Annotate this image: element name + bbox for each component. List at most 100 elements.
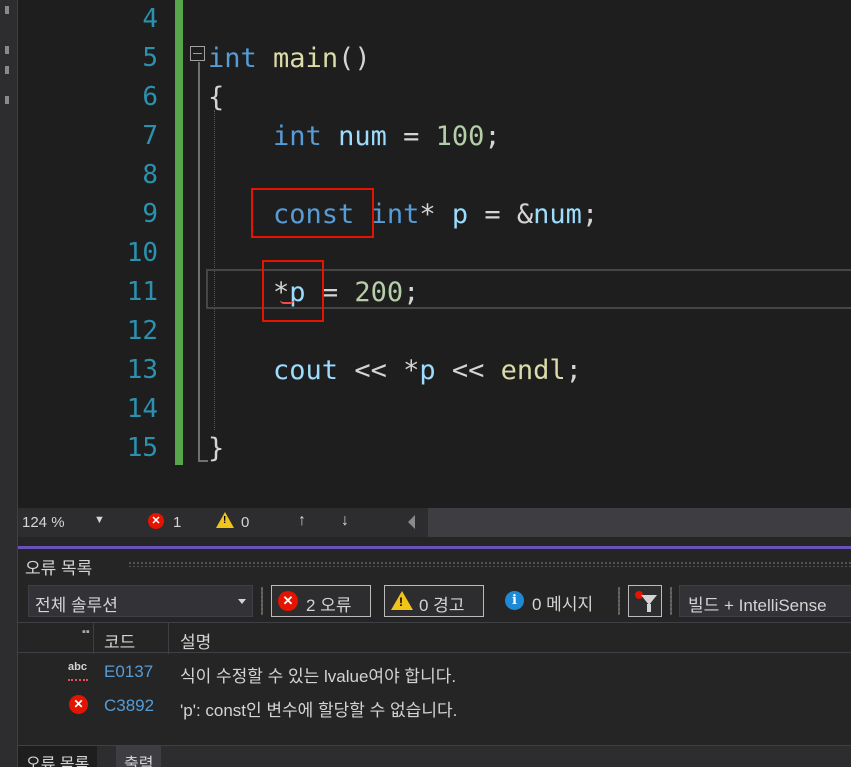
side-tab-mark [5, 66, 9, 74]
warning-count[interactable]: 0 [241, 514, 249, 531]
code-token: { [208, 82, 225, 113]
error-squiggle [280, 300, 294, 304]
code-token: cout [273, 355, 339, 386]
chevron-down-icon [238, 599, 246, 604]
column-divider[interactable] [93, 623, 94, 654]
code-token: << [435, 355, 501, 386]
warning-icon[interactable]: ! [216, 512, 234, 528]
funnel-icon-stem [647, 604, 651, 612]
code-token: = & [468, 199, 534, 230]
editor-status-bar: 124 % ▼ ✕ 1 ! 0 ↑ ↓ [18, 508, 851, 537]
fold-guide [198, 62, 200, 462]
code-token: int [273, 121, 322, 152]
code-line[interactable]: cout << *p << endl; [208, 351, 582, 390]
error-code[interactable]: E0137 [104, 662, 153, 682]
scroll-left-icon[interactable] [408, 515, 415, 529]
line-number[interactable]: 9 [18, 195, 158, 234]
horizontal-scrollbar[interactable] [428, 508, 851, 537]
line-number[interactable]: 5 [18, 39, 158, 78]
scope-value: 전체 솔루션 [35, 596, 118, 615]
line-number[interactable]: 6 [18, 78, 158, 117]
fold-guide-end [198, 460, 208, 462]
line-number[interactable]: 7 [18, 117, 158, 156]
warnings-filter-label: 0 경고 [419, 596, 465, 615]
code-token: ; [581, 199, 599, 230]
code-token: int [370, 199, 420, 230]
caret-down-icon[interactable]: ▼ [94, 514, 105, 526]
sort-icon[interactable]: ▪▪ [82, 626, 90, 638]
build-source-value: 빌드 + IntelliSense [688, 596, 827, 615]
code-token: num [533, 199, 582, 230]
code-line[interactable]: int main() [208, 39, 371, 78]
side-tab-mark [5, 6, 9, 14]
tab-output[interactable]: 출력 [116, 746, 162, 767]
annotation-box-const [251, 188, 374, 238]
arrow-up-icon[interactable]: ↑ [298, 512, 306, 530]
line-number[interactable]: 12 [18, 312, 158, 351]
code-token: main [273, 43, 339, 74]
code-token: ; [403, 277, 420, 308]
messages-filter-button[interactable]: i 0 메시지 [502, 585, 599, 617]
code-token: p [419, 355, 436, 386]
error-code[interactable]: C3892 [104, 696, 154, 716]
line-number[interactable]: 11 [18, 273, 158, 312]
line-number[interactable]: 15 [18, 429, 158, 468]
toolbar-separator [670, 587, 672, 615]
column-header-description[interactable]: 설명 [180, 628, 211, 653]
error-row[interactable]: abc E0137 식이 수정할 수 있는 lvalue여야 합니다. [18, 655, 851, 687]
error-row[interactable]: ✕ C3892 'p': const인 변수에 할당할 수 없습니다. [18, 689, 851, 721]
intellisense-abc-icon: abc [68, 661, 88, 681]
side-tool-strip[interactable] [0, 0, 18, 767]
line-number[interactable]: 4 [18, 0, 158, 39]
column-header-code[interactable]: 코드 [104, 628, 135, 653]
warning-icon: ! [391, 591, 413, 610]
side-tab-mark [5, 96, 9, 104]
code-token: } [208, 433, 225, 464]
panel-title: 오류 목록 [25, 559, 93, 578]
scope-dropdown[interactable]: 전체 솔루션 [28, 585, 253, 617]
code-token: () [338, 43, 371, 74]
tab-error-list[interactable]: 오류 목록 [18, 746, 98, 767]
line-number[interactable]: 8 [18, 156, 158, 195]
errors-filter-button[interactable]: ✕ 2 오류 [271, 585, 371, 617]
zoom-level[interactable]: 124 % [22, 514, 65, 531]
code-token: = [386, 121, 436, 152]
code-line[interactable]: int num = 100; [208, 117, 501, 156]
arrow-down-icon[interactable]: ↓ [341, 512, 349, 530]
error-icon: ✕ [69, 695, 88, 714]
messages-filter-label: 0 메시지 [532, 595, 594, 614]
panel-grip[interactable] [128, 561, 851, 567]
info-icon: i [505, 591, 524, 610]
code-token: ; [565, 355, 582, 386]
code-token: p [451, 199, 469, 230]
annotation-box-deref [262, 260, 324, 322]
code-token: ; [484, 121, 501, 152]
warnings-filter-button[interactable]: ! 0 경고 [384, 585, 484, 617]
code-line[interactable]: { [208, 78, 224, 117]
build-source-dropdown[interactable]: 빌드 + IntelliSense [679, 585, 851, 617]
toolbar-separator [261, 587, 263, 615]
collapse-toggle-icon[interactable] [190, 46, 205, 61]
line-number[interactable]: 10 [18, 234, 158, 273]
error-icon: ✕ [278, 591, 298, 611]
line-number[interactable]: 13 [18, 351, 158, 390]
filter-toggle-button[interactable] [628, 585, 662, 617]
code-token: 100 [435, 121, 485, 152]
code-editor[interactable]: 4 5 6 7 8 9 10 11 12 13 14 15 int main() { int num =… [18, 0, 851, 508]
error-count[interactable]: 1 [173, 514, 181, 531]
line-number[interactable]: 14 [18, 390, 158, 429]
errors-filter-label: 2 오류 [306, 596, 352, 615]
code-line[interactable]: } [208, 429, 224, 468]
error-icon[interactable]: ✕ [148, 513, 164, 529]
column-divider[interactable] [168, 623, 169, 654]
code-token: endl [500, 355, 566, 386]
side-tab-mark [5, 46, 9, 54]
toolbar-separator [618, 587, 620, 615]
bottom-tab-strip: 오류 목록 출력 [18, 745, 851, 767]
change-tracking-bar [175, 0, 183, 465]
code-token: int [208, 43, 257, 74]
